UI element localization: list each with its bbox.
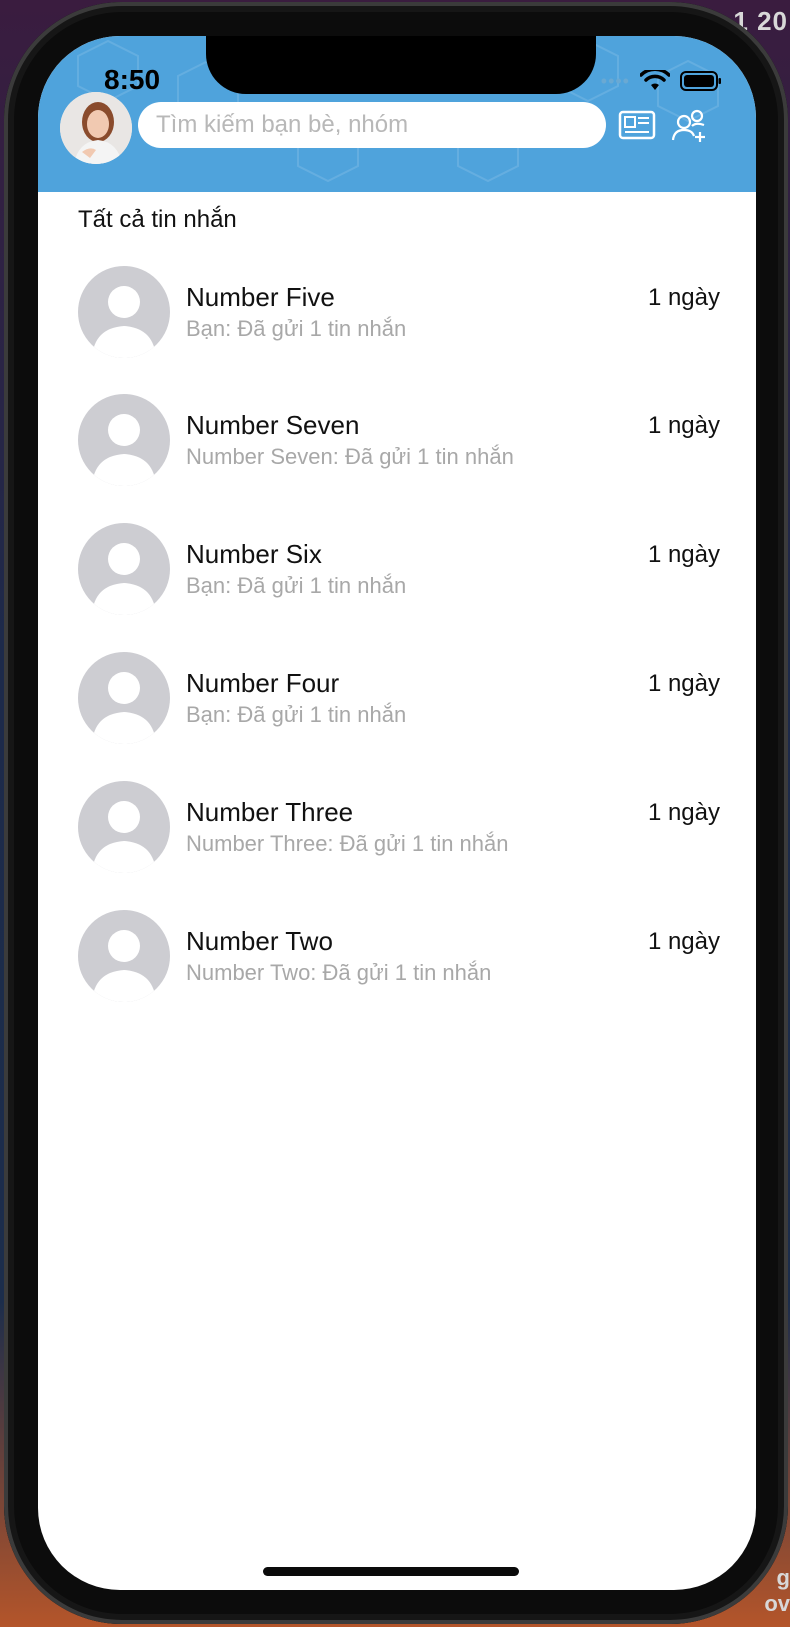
- contact-avatar-icon: [78, 394, 170, 486]
- message-preview: Bạn: Đã gửi 1 tin nhắn: [186, 316, 407, 341]
- app-header: 8:50 •••• Tìm kiếm bạn bè, nhóm: [38, 36, 756, 192]
- message-time: 1 ngày: [647, 541, 720, 568]
- status-icons: ••••: [601, 70, 722, 92]
- phone-screen: 8:50 •••• Tìm kiếm bạn bè, nhóm Tất cả t…: [38, 36, 756, 1590]
- message-time: 1 ngày: [647, 284, 720, 311]
- contact-name: Number Five: [186, 282, 335, 312]
- message-time: 1 ngày: [647, 928, 720, 955]
- home-indicator[interactable]: [263, 1567, 519, 1576]
- message-preview: Number Seven: Đã gửi 1 tin nhắn: [186, 444, 514, 469]
- user-photo-icon: [60, 92, 132, 164]
- contact-avatar-icon: [78, 523, 170, 615]
- contact-name: Number Six: [186, 539, 322, 569]
- battery-icon: [680, 71, 721, 91]
- contact-avatar-icon: [78, 910, 170, 1002]
- newspaper-icon[interactable]: [618, 108, 658, 144]
- contact-avatar-icon: [78, 266, 170, 358]
- message-preview: Number Three: Đã gửi 1 tin nhắn: [186, 831, 509, 856]
- message-preview: Bạn: Đã gửi 1 tin nhắn: [186, 573, 407, 598]
- message-preview: Bạn: Đã gửi 1 tin nhắn: [186, 702, 407, 727]
- wifi-icon: [640, 70, 670, 90]
- desktop-text-fragment: g ov: [764, 1565, 790, 1617]
- user-avatar[interactable]: [60, 92, 132, 164]
- signal-dots-icon: ••••: [600, 70, 630, 91]
- conversation-row[interactable]: Number Four Bạn: Đã gửi 1 tin nhắn 1 ngà…: [38, 652, 756, 776]
- conversation-row[interactable]: Number Seven Number Seven: Đã gửi 1 tin …: [38, 394, 756, 518]
- message-time: 1 ngày: [647, 412, 720, 439]
- contact-avatar-icon: [78, 652, 170, 744]
- contact-name: Number Three: [186, 797, 354, 827]
- add-friend-icon[interactable]: [670, 108, 710, 144]
- contact-avatar-icon: [78, 781, 170, 873]
- message-time: 1 ngày: [647, 670, 720, 697]
- search-input[interactable]: Tìm kiếm bạn bè, nhóm: [138, 102, 606, 148]
- message-preview: Number Two: Đã gửi 1 tin nhắn: [186, 960, 492, 985]
- message-time: 1 ngày: [647, 799, 720, 826]
- conversation-row[interactable]: Number Two Number Two: Đã gửi 1 tin nhắn…: [38, 910, 756, 1034]
- conversation-row[interactable]: Number Five Bạn: Đã gửi 1 tin nhắn 1 ngà…: [38, 266, 756, 390]
- contact-name: Number Two: [186, 926, 333, 956]
- phone-frame: 8:50 •••• Tìm kiếm bạn bè, nhóm Tất cả t…: [4, 2, 788, 1624]
- section-title: Tất cả tin nhắn: [78, 206, 237, 233]
- status-time: 8:50: [104, 64, 161, 95]
- conversation-row[interactable]: Number Six Bạn: Đã gửi 1 tin nhắn 1 ngày: [38, 523, 756, 647]
- device-notch: [206, 36, 596, 94]
- conversation-row[interactable]: Number Three Number Three: Đã gửi 1 tin …: [38, 781, 756, 905]
- contact-name: Number Four: [186, 668, 340, 698]
- desktop-text-line-2: ov: [764, 1591, 790, 1616]
- contact-name: Number Seven: [186, 410, 360, 440]
- search-placeholder: Tìm kiếm bạn bè, nhóm: [156, 111, 409, 138]
